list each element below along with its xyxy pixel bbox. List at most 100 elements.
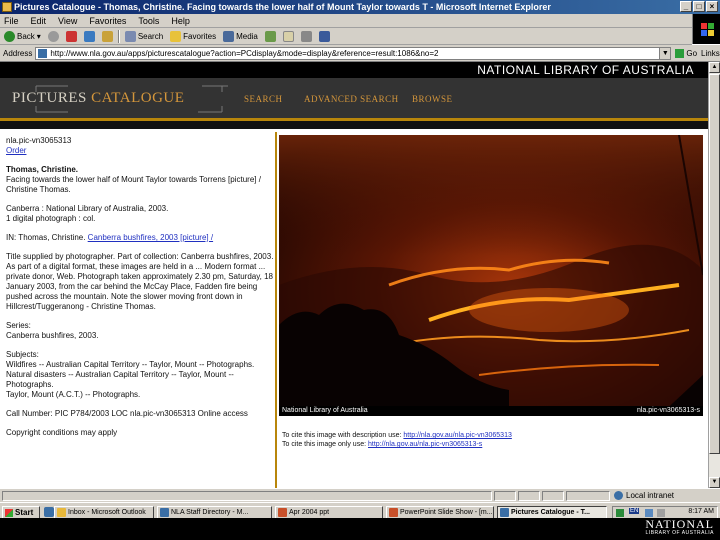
record-id: nla.pic-vn3065313 xyxy=(6,136,72,145)
cite2-label: To cite this image only use: xyxy=(282,441,367,448)
status-bar: Local intranet xyxy=(0,488,720,502)
powerpoint-icon xyxy=(389,508,398,517)
nav-search[interactable]: SEARCH xyxy=(244,94,283,104)
links-button[interactable]: Links xyxy=(701,49,720,58)
nla-header: NATIONAL LIBRARY OF AUSTRALIA xyxy=(0,62,708,78)
catalogue-banner: PICTURES CATALOGUE SEARCH ADVANCED SEARC… xyxy=(0,78,708,118)
status-text-cell xyxy=(2,491,492,501)
minimize-button[interactable]: _ xyxy=(680,1,692,12)
window-title: Pictures Catalogue - Thomas, Christine. … xyxy=(14,2,551,12)
page-icon xyxy=(38,48,48,58)
cite-image-only: To cite this image only use: http://nla.… xyxy=(282,441,482,448)
nav-advanced-search[interactable]: ADVANCED SEARCH xyxy=(304,94,399,104)
task-label: Pictures Catalogue - T... xyxy=(511,509,590,516)
powerpoint-icon xyxy=(278,508,287,517)
window-controls: _ □ × xyxy=(680,1,718,12)
record-publication: Canberra : National Library of Australia… xyxy=(6,204,169,213)
nav-browse[interactable]: BROWSE xyxy=(412,94,453,104)
edit-button[interactable] xyxy=(317,29,332,43)
address-input[interactable]: http://www.nla.gov.au/apps/picturescatal… xyxy=(35,46,672,60)
close-button[interactable]: × xyxy=(706,1,718,12)
print-button[interactable] xyxy=(299,29,314,43)
mail-icon xyxy=(282,30,294,42)
copyright-notice: Copyright conditions may apply xyxy=(6,428,118,437)
home-button[interactable] xyxy=(100,29,115,43)
series-label: Series: xyxy=(6,321,31,330)
photo-credit: National Library of Australia xyxy=(282,407,368,414)
menu-bar: File Edit View Favorites Tools Help xyxy=(0,14,720,28)
media-icon xyxy=(223,30,235,42)
back-button[interactable]: Back ▾ xyxy=(2,29,43,43)
intranet-icon xyxy=(614,491,623,500)
maximize-button[interactable]: □ xyxy=(693,1,705,12)
favorites-button[interactable]: Favorites xyxy=(168,29,218,43)
search-button[interactable]: Search xyxy=(123,29,165,43)
subjects-label: Subjects: xyxy=(6,350,39,359)
history-icon xyxy=(264,30,276,42)
media-label: Media xyxy=(236,31,258,41)
security-zone: Local intranet xyxy=(614,491,674,500)
ie-page-icon xyxy=(160,508,169,517)
favorites-label: Favorites xyxy=(183,31,217,41)
tray-network-icon[interactable] xyxy=(645,509,653,517)
tray-volume-icon[interactable] xyxy=(657,509,665,517)
menu-file[interactable]: File xyxy=(4,16,19,26)
address-label: Address xyxy=(3,48,33,58)
menu-tools[interactable]: Tools xyxy=(138,16,159,26)
address-dropdown-button[interactable]: ▼ xyxy=(659,47,671,59)
menu-edit[interactable]: Edit xyxy=(31,16,47,26)
record-title: Facing towards the lower half of Mount T… xyxy=(6,175,261,194)
in-label: IN: Thomas, Christine. xyxy=(6,233,86,242)
page-viewport: NATIONAL LIBRARY OF AUSTRALIA PICTURES C… xyxy=(0,62,708,488)
clock[interactable]: 8:17 AM xyxy=(688,508,714,515)
order-link[interactable]: Order xyxy=(6,146,26,155)
task-label: PowerPoint Slide Show - [m... xyxy=(400,509,493,516)
subject-item: Wildfires -- Australian Capital Territor… xyxy=(6,360,255,369)
refresh-button[interactable] xyxy=(82,29,97,43)
subject-item: Taylor, Mount (A.C.T.) -- Photographs. xyxy=(6,390,141,399)
menu-view[interactable]: View xyxy=(58,16,77,26)
collection-link[interactable]: Canberra bushfires, 2003 [picture] / xyxy=(88,233,213,242)
logo-word-catalogue: CATALOGUE xyxy=(91,90,185,106)
vertical-scrollbar[interactable]: ▲ ▼ xyxy=(708,62,720,488)
start-label: Start xyxy=(15,508,34,517)
search-label: Search xyxy=(137,31,164,41)
back-label: Back xyxy=(17,31,35,41)
photo-id: nla.pic-vn3065313-s xyxy=(636,407,700,414)
stop-icon xyxy=(65,30,77,42)
menu-help[interactable]: Help xyxy=(171,16,190,26)
forward-button[interactable] xyxy=(46,29,61,43)
bushfire-photograph[interactable]: National Library of Australia nla.pic-vn… xyxy=(279,135,703,416)
toolbar-separator xyxy=(117,29,120,43)
photo-caption-bar: National Library of Australia nla.pic-vn… xyxy=(279,406,703,416)
status-cell xyxy=(494,491,516,501)
stop-button[interactable] xyxy=(64,29,79,43)
slide-bottom-band xyxy=(0,518,640,540)
history-button[interactable] xyxy=(263,29,278,43)
subject-item: Natural disasters -- Australian Capital … xyxy=(6,370,234,389)
quicklaunch-ie-icon[interactable] xyxy=(44,507,54,517)
address-bar: Address http://www.nla.gov.au/apps/pictu… xyxy=(0,45,720,62)
media-button[interactable]: Media xyxy=(221,29,260,43)
home-icon xyxy=(101,30,113,42)
go-button[interactable]: Go xyxy=(675,48,697,58)
menu-favorites[interactable]: Favorites xyxy=(89,16,126,26)
back-arrow-icon xyxy=(4,30,15,42)
cite2-url[interactable]: http://nla.gov.au/nla.pic-vn3065313-s xyxy=(368,441,482,448)
chevron-down-icon: ▾ xyxy=(36,31,41,41)
language-indicator[interactable]: EN xyxy=(629,508,640,514)
scroll-thumb[interactable] xyxy=(709,74,720,454)
pictures-catalogue-logo[interactable]: PICTURES CATALOGUE xyxy=(12,90,184,107)
ie-app-icon[interactable] xyxy=(2,2,12,12)
watermark-line2: LIBRARY OF AUSTRALIA xyxy=(645,530,714,536)
scroll-up-button[interactable]: ▲ xyxy=(709,62,720,73)
mail-button[interactable] xyxy=(281,29,296,43)
windows-logo-icon xyxy=(692,14,720,44)
scroll-down-button[interactable]: ▼ xyxy=(709,477,720,488)
refresh-icon xyxy=(83,30,95,42)
task-label: Apr 2004 ppt xyxy=(289,509,330,516)
task-label: Inbox - Microsoft Outlook xyxy=(68,509,146,516)
cite1-url[interactable]: http://nla.gov.au/nla.pic-vn3065313 xyxy=(403,432,511,439)
tray-app-icon[interactable] xyxy=(616,509,624,517)
search-icon xyxy=(124,30,136,42)
